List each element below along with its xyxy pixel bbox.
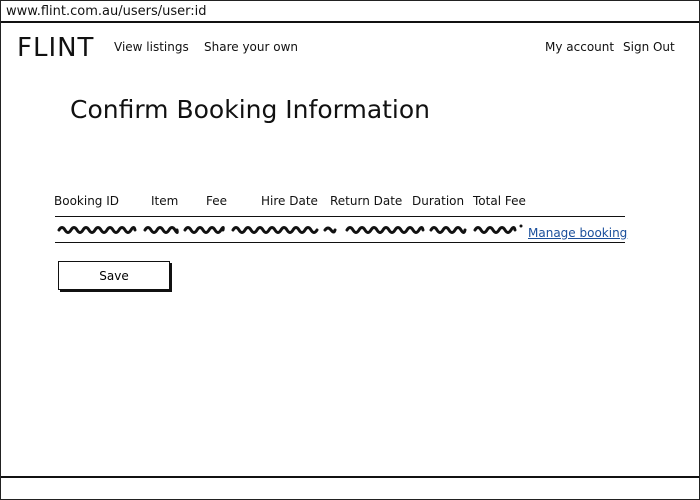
url-text: www.flint.com.au/users/user:id — [6, 4, 207, 19]
scribble-hire-date — [231, 226, 319, 234]
scribble-booking-id — [57, 226, 137, 234]
save-button[interactable]: Save — [58, 261, 170, 290]
page-title: Confirm Booking Information — [70, 95, 431, 124]
scribble-item — [143, 226, 179, 234]
scribble-duration — [429, 226, 467, 234]
scribble-tick-mark — [519, 224, 523, 228]
scribble-separator — [323, 226, 337, 234]
column-header-total-fee: Total Fee — [473, 194, 526, 208]
booking-table-header: Booking ID Item Fee Hire Date Return Dat… — [1, 194, 699, 212]
browser-window: www.flint.com.au/users/user:id FLINT Vie… — [0, 0, 700, 500]
brand-logo[interactable]: FLINT — [17, 33, 94, 63]
table-row-top-divider — [55, 216, 625, 217]
column-header-fee: Fee — [206, 194, 228, 208]
top-nav: FLINT View listings Share your own My ac… — [1, 31, 699, 65]
scribble-fee — [183, 226, 225, 234]
nav-view-listings[interactable]: View listings — [114, 40, 189, 54]
column-header-booking-id: Booking ID — [54, 194, 120, 208]
column-header-return-date: Return Date — [330, 194, 403, 208]
scribble-total-fee — [473, 226, 517, 234]
address-bar[interactable]: www.flint.com.au/users/user:id — [1, 1, 699, 23]
column-header-hire-date: Hire Date — [261, 194, 318, 208]
scribble-return-date — [345, 226, 425, 234]
column-header-duration: Duration — [412, 194, 465, 208]
column-header-item: Item — [151, 194, 179, 208]
nav-share-your-own[interactable]: Share your own — [204, 40, 298, 54]
manage-booking-link[interactable]: Manage booking — [528, 226, 627, 240]
table-row-bottom-divider — [55, 242, 625, 243]
nav-sign-out[interactable]: Sign Out — [623, 40, 675, 54]
redacted-booking-row-placeholder — [57, 224, 523, 234]
nav-my-account[interactable]: My account — [545, 40, 614, 54]
footer-divider — [1, 476, 699, 478]
